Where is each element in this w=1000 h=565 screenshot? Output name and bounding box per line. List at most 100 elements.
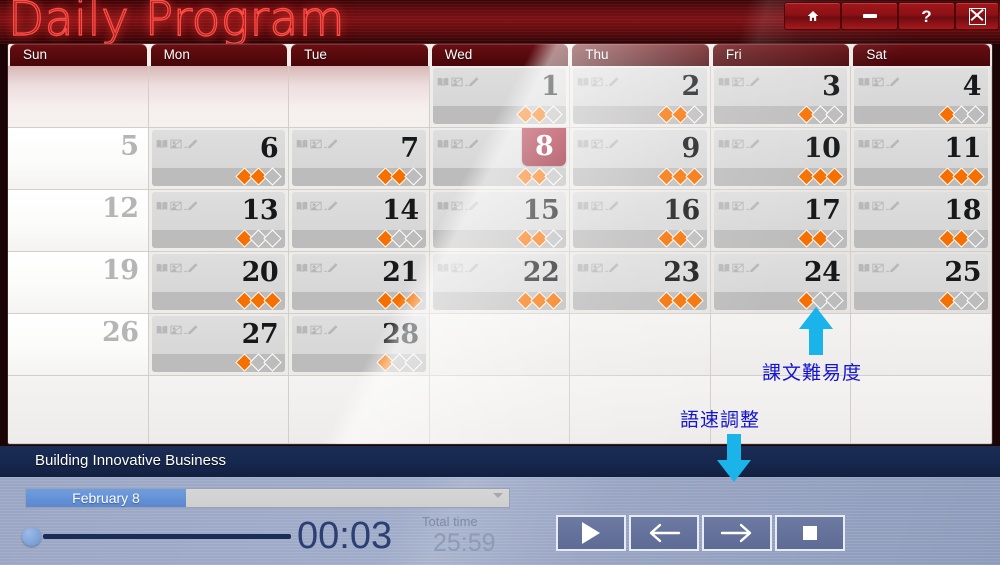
difficulty-indicator — [235, 291, 282, 310]
card-icon — [732, 263, 744, 273]
pencil-icon — [183, 325, 198, 335]
lesson-card[interactable]: 21 — [292, 254, 426, 310]
calendar-cell-day-11[interactable]: 11 — [851, 128, 992, 190]
calendar-cell-day-22[interactable]: 22 — [429, 252, 571, 314]
difficulty-indicator — [376, 353, 423, 372]
lesson-card[interactable]: 22 — [432, 254, 567, 310]
cell-icon-group — [858, 76, 901, 88]
card-icon — [591, 139, 603, 149]
book-icon — [577, 263, 589, 273]
calendar-cell-day-9[interactable]: 9 — [570, 128, 711, 190]
day-number: 10 — [803, 133, 841, 164]
help-button[interactable]: ? — [898, 2, 955, 30]
progress-track[interactable] — [43, 534, 291, 539]
lesson-card[interactable]: 1 — [432, 68, 567, 124]
day-header-wed: Wed — [430, 44, 571, 66]
calendar-cell-trailing — [851, 314, 992, 376]
lesson-card[interactable]: 13 — [151, 192, 286, 248]
day-number: 20 — [241, 257, 279, 288]
previous-button[interactable] — [629, 515, 699, 551]
player-body: February 8 00:03 Total time 25:59 — [0, 477, 1000, 565]
calendar-cell-day-16[interactable]: 16 — [570, 190, 711, 252]
book-icon — [718, 77, 730, 87]
calendar-cell-day-28[interactable]: 28 — [289, 314, 430, 376]
lesson-card[interactable]: 9 — [573, 130, 707, 186]
calendar-cell-day-13[interactable]: 13 — [148, 190, 290, 252]
lesson-card[interactable]: 3 — [713, 68, 848, 124]
calendar-cell-day-21[interactable]: 21 — [289, 252, 430, 314]
calendar-cell-day-4[interactable]: 4 — [851, 66, 992, 128]
calendar-cell-day-6[interactable]: 6 — [148, 128, 290, 190]
lesson-card-top: 24 — [713, 254, 848, 292]
lesson-select-dropdown[interactable]: February 8 — [25, 488, 510, 508]
lesson-card[interactable]: 25 — [854, 254, 988, 310]
book-icon — [156, 139, 167, 149]
lesson-card[interactable]: 6 — [151, 130, 286, 186]
calendar-cell-day-7[interactable]: 7 — [289, 128, 430, 190]
calendar-cell-day-3[interactable]: 3 — [710, 66, 852, 128]
lesson-card[interactable]: 23 — [573, 254, 707, 310]
card-icon — [591, 201, 603, 211]
calendar-cell-blank — [8, 66, 149, 128]
calendar-cell-day-15[interactable]: 15 — [429, 190, 571, 252]
lesson-card[interactable]: 20 — [151, 254, 286, 310]
home-button[interactable] — [784, 2, 841, 30]
calendar-cell-day-1[interactable]: 1 — [429, 66, 571, 128]
difficulty-diamond — [263, 167, 282, 186]
calendar-cell-day-2[interactable]: 2 — [570, 66, 711, 128]
calendar-cell-day-14[interactable]: 14 — [289, 190, 430, 252]
cell-icon-group — [718, 200, 761, 212]
day-header-tue: Tue — [289, 44, 430, 66]
lesson-card[interactable]: 18 — [854, 192, 988, 248]
lesson-card[interactable]: 28 — [292, 316, 426, 372]
calendar-cell-day-17[interactable]: 17 — [710, 190, 852, 252]
difficulty-diamond — [404, 229, 423, 248]
progress-handle[interactable] — [22, 527, 41, 546]
lesson-card[interactable]: 27 — [151, 316, 286, 372]
lesson-card[interactable]: 4 — [854, 68, 988, 124]
lesson-card[interactable]: 17 — [713, 192, 848, 248]
calendar-cell-day-10[interactable]: 10 — [710, 128, 852, 190]
lesson-card[interactable]: 24 — [713, 254, 848, 310]
book-icon — [859, 77, 870, 87]
book-icon — [577, 77, 589, 87]
cell-icon-group — [156, 200, 199, 212]
calendar-cell-day-25[interactable]: 25 — [851, 252, 992, 314]
daily-program-window: Daily Program ? Sun Mon Tue Wed Thu Fri Sat 1 2 3… — [0, 0, 1000, 565]
play-button[interactable] — [556, 515, 626, 551]
card-icon — [872, 263, 885, 273]
lesson-card[interactable]: 11 — [854, 130, 988, 186]
lesson-card-top: 11 — [854, 130, 988, 168]
lesson-card[interactable]: 14 — [292, 192, 426, 248]
calendar-cell-day-27[interactable]: 27 — [148, 314, 290, 376]
stop-button[interactable] — [775, 515, 845, 551]
annotation-speed-label: 語速調整 — [680, 409, 761, 431]
calendar-cell-blank — [148, 66, 290, 128]
cell-icon-group — [156, 262, 199, 274]
difficulty-bar — [573, 167, 707, 186]
difficulty-diamond — [966, 229, 985, 248]
next-button[interactable] — [702, 515, 772, 551]
lesson-card[interactable]: 10 — [713, 130, 848, 186]
difficulty-diamond — [404, 167, 423, 186]
lesson-card[interactable]: 2 — [573, 68, 707, 124]
calendar-cell-day-20[interactable]: 20 — [148, 252, 290, 314]
lesson-card[interactable]: 15 — [432, 192, 567, 248]
difficulty-diamond — [544, 291, 563, 310]
cell-icon-group — [858, 262, 901, 274]
day-number: 17 — [803, 195, 841, 226]
close-button[interactable] — [955, 2, 999, 30]
arrow-right-icon — [720, 523, 752, 543]
cell-icon-group — [577, 76, 620, 88]
pencil-icon — [324, 263, 338, 273]
calendar-cell-day-18[interactable]: 18 — [851, 190, 992, 252]
book-icon — [437, 139, 449, 149]
lesson-card[interactable]: 7 — [292, 130, 426, 186]
calendar-cell-day-8[interactable]: 8 — [429, 128, 571, 190]
minimize-button[interactable] — [841, 2, 898, 30]
calendar-cell-day-23[interactable]: 23 — [570, 252, 711, 314]
lesson-card[interactable]: 8 — [432, 128, 567, 186]
lesson-card[interactable]: 16 — [573, 192, 707, 248]
lesson-card-top: 21 — [292, 254, 426, 292]
difficulty-bar — [292, 353, 426, 372]
